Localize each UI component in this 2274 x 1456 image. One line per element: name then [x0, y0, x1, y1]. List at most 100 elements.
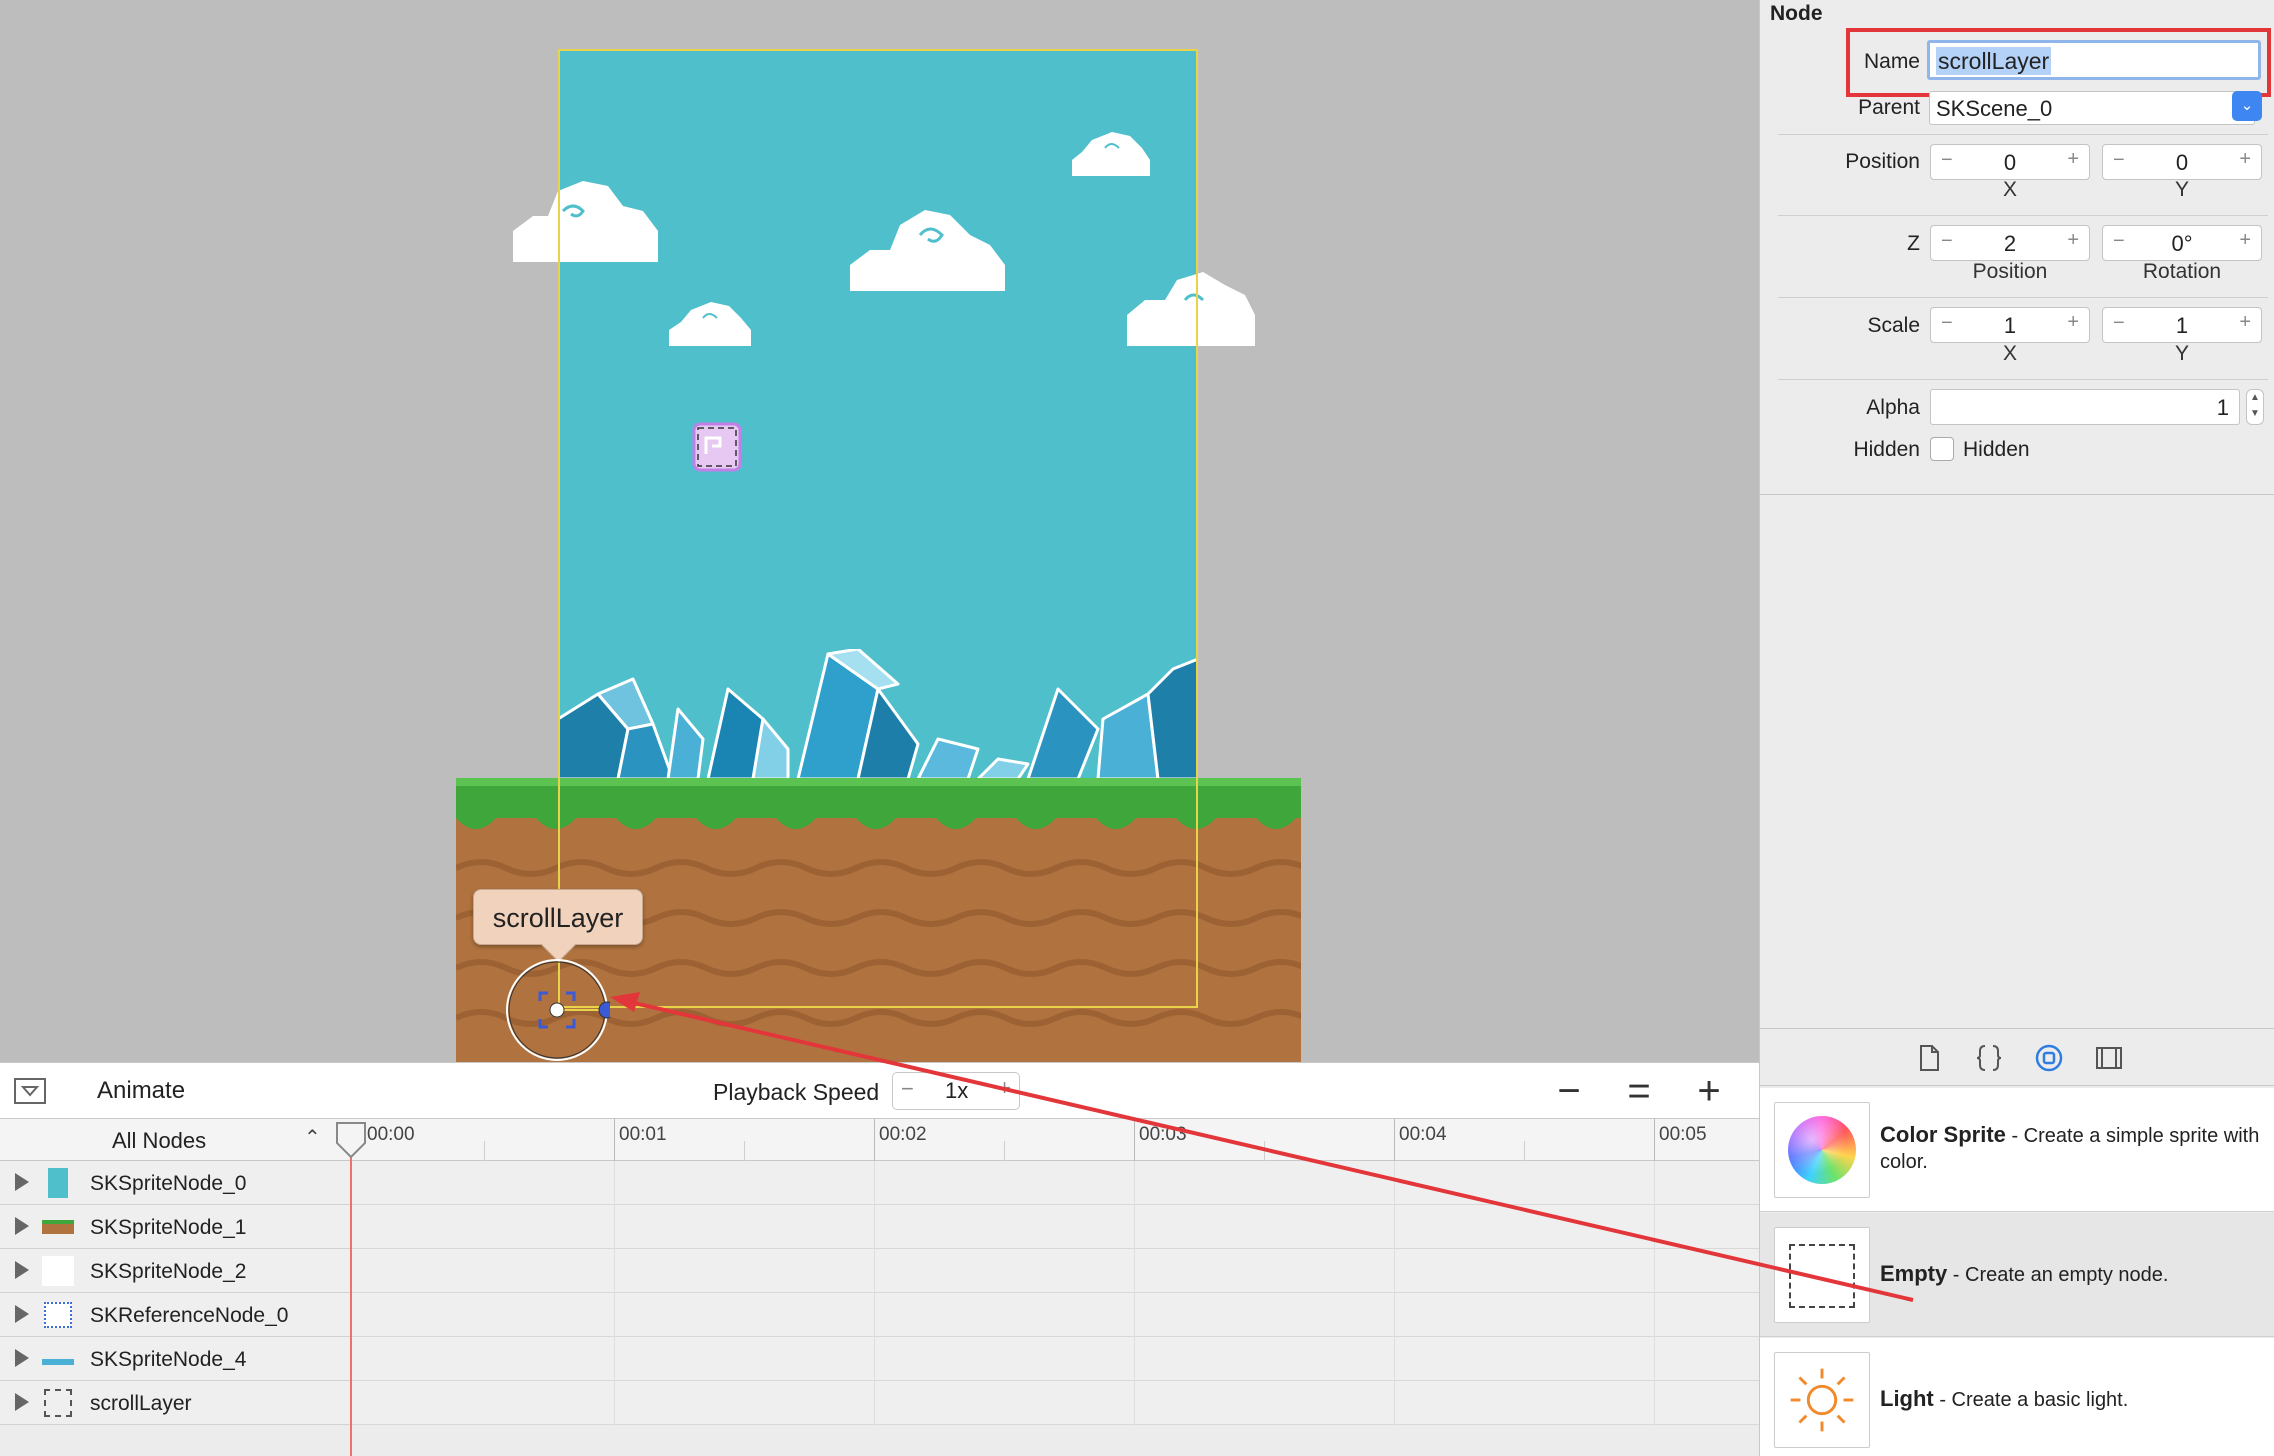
code-snippet-icon[interactable] [1974, 1043, 2004, 1073]
track-rows [351, 1161, 1759, 1425]
ruler-minor-tick [484, 1141, 485, 1161]
node-row[interactable]: SKSpriteNode_1 [0, 1205, 351, 1249]
library-item-light[interactable]: Light - Create a basic light. [1760, 1338, 2274, 1456]
file-template-icon[interactable] [1914, 1043, 1944, 1073]
alpha-input[interactable]: 1 [1930, 389, 2240, 425]
library-item-text: Empty - Create an empty node. [1880, 1261, 2265, 1288]
speed-decrement-button[interactable]: − [901, 1076, 914, 1102]
disclosure-triangle-icon[interactable] [15, 1305, 29, 1323]
scale-y-stepper[interactable]: − 1 + [2102, 307, 2262, 343]
increment-button[interactable]: + [2067, 148, 2079, 171]
decrement-button[interactable]: − [1941, 230, 1953, 253]
track-gridline [1134, 1161, 1135, 1425]
scale-y-value[interactable]: 1 [2133, 313, 2231, 339]
library-item-color-sprite[interactable]: Color Sprite - Create a simple sprite wi… [1760, 1088, 2274, 1212]
reference-node-sprite[interactable] [690, 420, 744, 474]
scene-canvas[interactable]: scrollLayer [0, 0, 1759, 1062]
node-thumbnail [42, 1256, 74, 1286]
track-row[interactable] [351, 1161, 1759, 1205]
increment-button[interactable]: + [2067, 311, 2079, 334]
node-filter-label: All Nodes [112, 1128, 207, 1153]
node-thumbnail [42, 1220, 74, 1234]
increment-button[interactable]: + [2239, 148, 2251, 171]
position-x-stepper[interactable]: − 0 + [1930, 144, 2090, 180]
track-row[interactable] [351, 1293, 1759, 1337]
decrement-button[interactable]: − [2113, 230, 2125, 253]
disclosure-triangle-icon[interactable] [15, 1173, 29, 1191]
y-caption: Y [2174, 178, 2189, 201]
zoom-fit-button[interactable]: = [1619, 1067, 1659, 1115]
disclosure-triangle-icon[interactable] [15, 1261, 29, 1279]
decrement-button[interactable]: − [2113, 149, 2125, 172]
playhead-line [350, 1157, 352, 1456]
hidden-label: Hidden [1853, 438, 1920, 461]
time-ruler[interactable]: 00:00 00:01 00:02 00:03 00:04 00:05 [351, 1119, 1759, 1161]
parent-select[interactable]: SKScene_0 [1929, 91, 2255, 125]
node-row[interactable]: scrollLayer [0, 1381, 351, 1425]
scale-x-stepper[interactable]: − 1 + [1930, 307, 2090, 343]
disclosure-triangle-icon[interactable] [15, 1393, 29, 1411]
hidden-checkbox-label[interactable]: Hidden [1963, 438, 2030, 462]
ruler-minor-tick [1264, 1141, 1265, 1161]
chevron-updown-icon: ⌃ [304, 1127, 321, 1149]
rotation-value[interactable]: 0° [2133, 231, 2231, 257]
disclosure-triangle-icon[interactable] [15, 1349, 29, 1367]
decrement-button[interactable]: − [1941, 312, 1953, 335]
divider [1760, 494, 2274, 495]
animate-button[interactable]: Animate [97, 1075, 185, 1107]
node-row[interactable]: SKSpriteNode_4 [0, 1337, 351, 1381]
speed-increment-button[interactable]: + [998, 1075, 1011, 1101]
track-row[interactable] [351, 1205, 1759, 1249]
playhead-handle[interactable] [333, 1119, 369, 1161]
track-gridline [614, 1161, 615, 1425]
divider [1778, 379, 2268, 380]
position-y-stepper[interactable]: − 0 + [2102, 144, 2262, 180]
disclosure-triangle-icon[interactable] [15, 1217, 29, 1235]
section-title: Node [1770, 2, 1823, 25]
library-item-text: Light - Create a basic light. [1880, 1386, 2265, 1413]
divider [1778, 297, 2268, 298]
timeline-toggle-icon[interactable] [14, 1078, 46, 1104]
timeline-track-area[interactable]: 00:00 00:01 00:02 00:03 00:04 00:05 [336, 1119, 1759, 1456]
alpha-value: 1 [2216, 395, 2229, 420]
node-thumbnail [44, 1389, 72, 1417]
decrement-button[interactable]: − [2113, 312, 2125, 335]
zoom-in-button[interactable]: + [1689, 1067, 1729, 1115]
object-library-icon[interactable] [2034, 1043, 2064, 1073]
timeline-toolbar: Animate Playback Speed − 1x + − = + [0, 1063, 1759, 1119]
action-timeline: Animate Playback Speed − 1x + − = + All … [0, 1062, 1759, 1456]
node-thumbnail [42, 1344, 74, 1374]
increment-button[interactable]: + [2067, 229, 2079, 252]
track-row[interactable] [351, 1381, 1759, 1425]
position-y-value[interactable]: 0 [2133, 150, 2231, 176]
position-x-value[interactable]: 0 [1961, 150, 2059, 176]
ruler-label: 00:02 [879, 1124, 927, 1145]
rotation-stepper[interactable]: − 0° + [2102, 225, 2262, 261]
library-item-empty[interactable]: Empty - Create an empty node. [1760, 1213, 2274, 1337]
z-position-caption: Position [1972, 260, 2048, 283]
ruler-tick [1654, 1119, 1655, 1161]
hidden-checkbox[interactable] [1930, 437, 1954, 461]
z-position-value[interactable]: 2 [1961, 231, 2059, 257]
zoom-out-button[interactable]: − [1549, 1067, 1589, 1115]
playback-speed-stepper[interactable]: − 1x + [892, 1072, 1020, 1110]
alpha-stepper-arrows[interactable]: ▲ ▼ [2246, 389, 2264, 425]
chevron-down-icon[interactable]: ⌄ [2232, 91, 2262, 121]
playback-speed-label: Playback Speed [713, 1079, 880, 1105]
increment-button[interactable]: + [2239, 311, 2251, 334]
scale-x-value[interactable]: 1 [1961, 313, 2059, 339]
node-row[interactable]: SKReferenceNode_0 [0, 1293, 351, 1337]
z-position-stepper[interactable]: − 2 + [1930, 225, 2090, 261]
z-label: Z [1907, 232, 1920, 255]
track-row[interactable] [351, 1337, 1759, 1381]
empty-node-icon [1774, 1227, 1870, 1323]
node-row[interactable]: SKSpriteNode_2 [0, 1249, 351, 1293]
node-row[interactable]: SKSpriteNode_0 [0, 1161, 351, 1205]
selected-node-handle[interactable] [504, 957, 610, 1062]
track-row[interactable] [351, 1249, 1759, 1293]
library-item-title: Empty [1880, 1261, 1948, 1286]
decrement-button[interactable]: − [1941, 149, 1953, 172]
increment-button[interactable]: + [2239, 229, 2251, 252]
node-filter-select[interactable]: All Nodes ⌃ [0, 1119, 351, 1161]
media-library-icon[interactable] [2094, 1043, 2124, 1073]
